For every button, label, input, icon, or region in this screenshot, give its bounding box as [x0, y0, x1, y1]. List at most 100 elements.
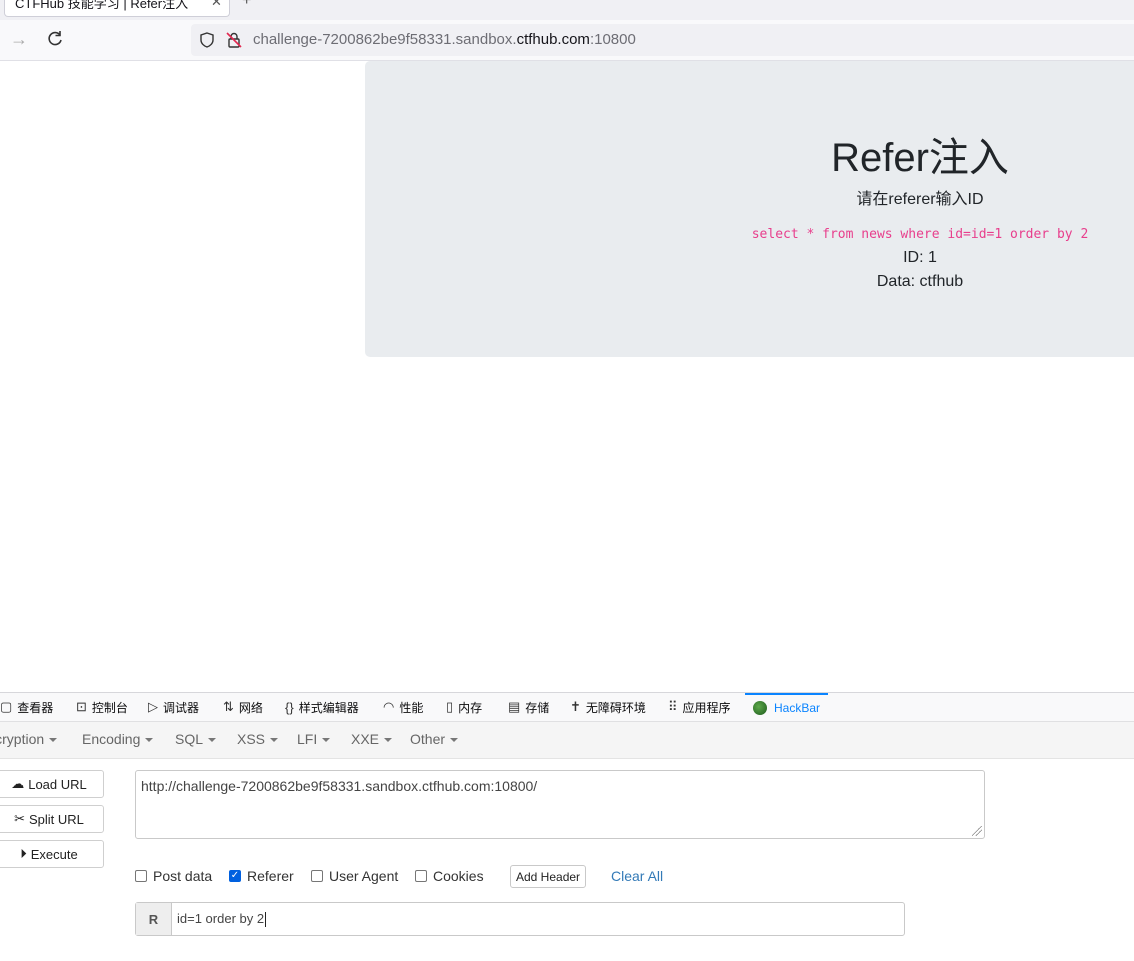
devtools-tab-bar: ▢ 查看器 ⊡ 控制台 ▷ 调试器 ⇅ 网络 {} 样式编辑器 ◠ 性能 ▯ 内存 ▤ 存储 ✝… — [0, 693, 1134, 722]
tab-label: 内存 — [458, 700, 483, 715]
chevron-down-icon — [49, 738, 58, 743]
console-icon: ⊡ — [76, 699, 87, 714]
url-domain: ctfhub.com — [516, 31, 590, 48]
url-textarea-value: http://challenge-7200862be9f58331.sandbo… — [141, 778, 538, 794]
accessibility-icon: ✝ — [570, 699, 581, 714]
tab-inspector[interactable]: ▢ 查看器 — [0, 693, 53, 721]
play-circle-icon: ⏵ — [20, 846, 27, 861]
load-url-button[interactable]: ☁ Load URL — [0, 770, 104, 798]
checkbox-label: User Agent — [329, 868, 399, 884]
checkbox-label: Cookies — [433, 868, 484, 884]
inspector-icon: ▢ — [0, 699, 13, 714]
cookies-checkbox[interactable]: Cookies — [415, 868, 484, 884]
tab-label: 应用程序 — [682, 700, 731, 715]
execute-button[interactable]: ⏵ Execute — [0, 840, 104, 868]
menu-other[interactable]: Other — [410, 731, 459, 747]
post-data-checkbox[interactable]: Post data — [135, 868, 212, 884]
clear-all-link[interactable]: Clear All — [611, 868, 663, 884]
menu-label: Other — [410, 731, 446, 747]
tab-style-editor[interactable]: {} 样式编辑器 — [285, 693, 359, 721]
forward-button[interactable]: → — [10, 29, 28, 50]
tab-accessibility[interactable]: ✝ 无障碍环境 — [570, 693, 646, 721]
tracking-protection-shield-icon[interactable] — [199, 32, 215, 48]
menu-encoding[interactable]: Encoding — [82, 731, 154, 747]
hackbar-url-textarea[interactable]: http://challenge-7200862be9f58331.sandbo… — [135, 770, 985, 839]
chevron-down-icon — [450, 738, 459, 743]
checkbox-checked-icon: ✓ — [229, 870, 241, 882]
tab-application[interactable]: ⠿ 应用程序 — [668, 693, 731, 721]
split-url-button[interactable]: ✂ Split URL — [0, 805, 104, 833]
chevron-down-icon — [322, 738, 331, 743]
tab-hackbar[interactable]: HackBar — [745, 693, 829, 721]
tab-label: 无障碍环境 — [585, 700, 646, 715]
referer-field: R id=1 order by 2 — [135, 902, 905, 936]
checkbox-icon — [311, 870, 323, 882]
hackbar-menu: Encryption Encoding SQL XSS LFI XXE Othe… — [0, 722, 1134, 759]
menu-label: XXE — [351, 731, 380, 747]
referer-checkbox[interactable]: ✓ Referer — [229, 868, 294, 884]
tab-label: 查看器 — [17, 700, 54, 715]
tab-storage[interactable]: ▤ 存储 — [508, 693, 549, 721]
memory-icon: ▯ — [446, 699, 454, 714]
url-bar[interactable]: challenge-7200862be9f58331.sandbox.ctfhu… — [191, 24, 1134, 56]
menu-label: Encryption — [0, 731, 45, 747]
menu-xxe[interactable]: XXE — [351, 731, 393, 747]
cloud-download-icon: ☁ — [11, 776, 25, 791]
page-subtitle: 请在referer输入ID — [856, 191, 984, 208]
menu-xss[interactable]: XSS — [237, 731, 279, 747]
referer-label: R — [136, 903, 172, 935]
network-icon: ⇅ — [223, 699, 234, 714]
hackbar-logo-icon — [753, 701, 767, 715]
url-text[interactable]: challenge-7200862be9f58331.sandbox.ctfhu… — [253, 31, 636, 48]
button-label: Split URL — [28, 811, 84, 827]
chevron-down-icon — [208, 738, 217, 743]
url-prefix: challenge-7200862be9f58331.sandbox. — [253, 31, 517, 48]
menu-label: Encoding — [82, 731, 141, 747]
navigation-toolbar: → challenge-7200862be9f58331.sandbox.ctf… — [0, 20, 1134, 61]
checkbox-icon — [135, 870, 147, 882]
close-tab-icon[interactable]: ✕ — [211, 0, 222, 10]
tab-console[interactable]: ⊡ 控制台 — [76, 693, 128, 721]
menu-label: SQL — [175, 731, 204, 747]
tab-memory[interactable]: ▯ 内存 — [446, 693, 482, 721]
tab-label: 存储 — [525, 700, 550, 715]
storage-icon: ▤ — [508, 699, 521, 714]
chevron-down-icon — [384, 738, 393, 743]
browser-tab[interactable]: CTFHub 技能学习 | Refer注入 ✕ — [4, 0, 230, 17]
user-agent-checkbox[interactable]: User Agent — [311, 868, 398, 884]
button-label: Load URL — [28, 776, 87, 792]
result-data: Data: ctfhub — [876, 273, 964, 290]
new-tab-button[interactable]: + — [242, 0, 251, 10]
tab-label: 性能 — [399, 700, 424, 715]
reload-icon[interactable] — [45, 29, 65, 49]
debugger-icon: ▷ — [148, 699, 158, 714]
result-id: ID: 1 — [903, 249, 937, 266]
menu-sql[interactable]: SQL — [175, 731, 217, 747]
resize-handle-icon[interactable] — [972, 826, 982, 836]
tab-performance[interactable]: ◠ 性能 — [383, 693, 423, 721]
url-port: :10800 — [589, 31, 636, 48]
tab-network[interactable]: ⇅ 网络 — [223, 693, 263, 721]
tab-title: CTFHub 技能学习 | Refer注入 — [15, 0, 189, 11]
menu-label: XSS — [237, 731, 266, 747]
add-header-button[interactable]: Add Header — [510, 865, 587, 888]
page-title: Refer注入 — [831, 136, 1009, 180]
tab-label: 网络 — [238, 700, 263, 715]
menu-lfi[interactable]: LFI — [297, 731, 331, 747]
tab-debugger[interactable]: ▷ 调试器 — [148, 693, 199, 721]
checkbox-icon — [415, 870, 427, 882]
devtools-panel: ▢ 查看器 ⊡ 控制台 ▷ 调试器 ⇅ 网络 {} 样式编辑器 ◠ 性能 ▯ 内存 ▤ 存储 ✝… — [0, 692, 1134, 961]
application-icon: ⠿ — [668, 699, 678, 714]
sql-query-text: select * from news where id=id=1 order b… — [751, 227, 1089, 242]
chevron-down-icon — [270, 738, 279, 743]
page-jumbotron — [365, 61, 1134, 357]
tab-label: 控制台 — [91, 700, 128, 715]
scissors-icon: ✂ — [14, 811, 25, 826]
chevron-down-icon — [145, 738, 154, 743]
insecure-lock-icon[interactable] — [225, 31, 243, 49]
tab-strip: CTFHub 技能学习 | Refer注入 ✕ + — [0, 0, 1134, 20]
tab-label: 样式编辑器 — [298, 700, 359, 715]
menu-encryption[interactable]: Encryption — [0, 731, 58, 747]
checkbox-label: Referer — [247, 868, 294, 884]
referer-input[interactable]: id=1 order by 2 — [177, 911, 266, 927]
